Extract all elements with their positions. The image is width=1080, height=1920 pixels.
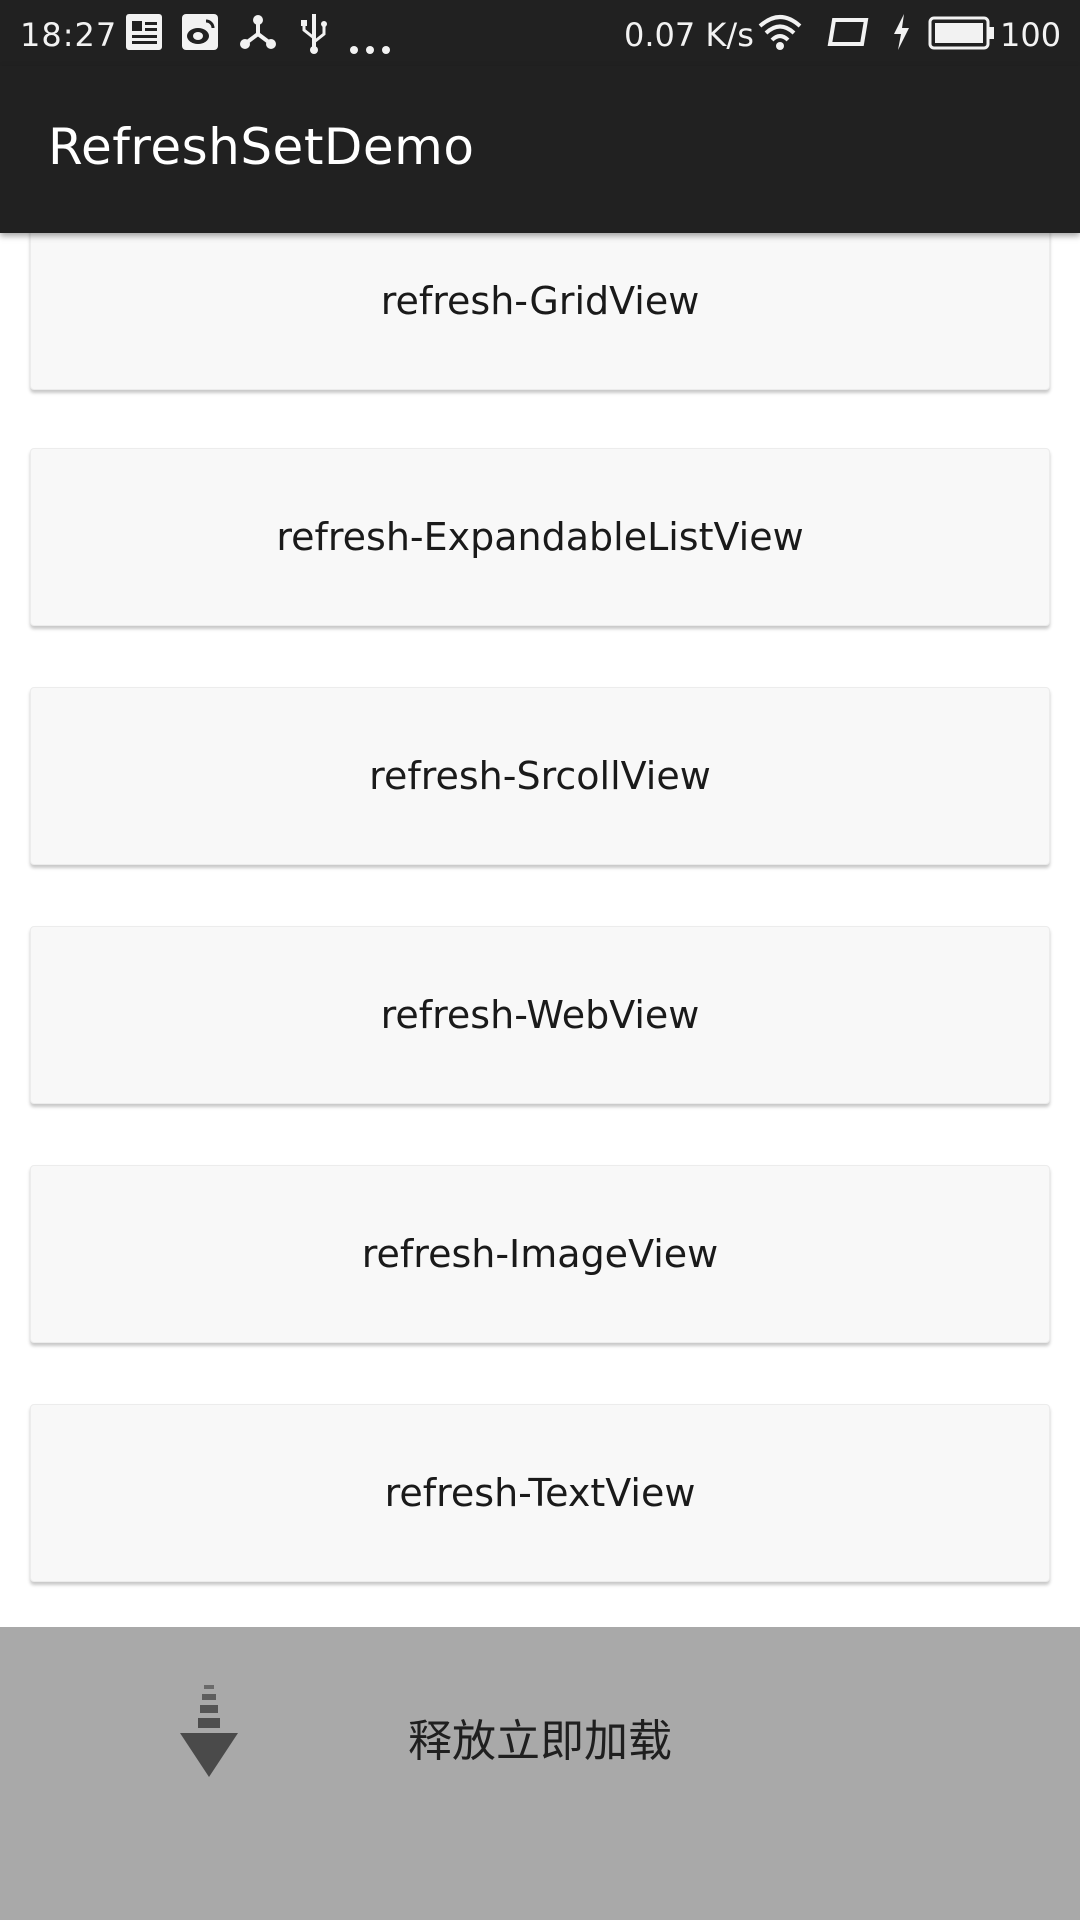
expandablelistview-button-label: refresh-ExpandableListView: [276, 515, 804, 559]
textview-button-label: refresh-TextView: [384, 1471, 696, 1515]
imageview-button-label: refresh-ImageView: [361, 1232, 719, 1276]
imageview-button[interactable]: refresh-ImageView: [30, 1165, 1050, 1343]
scrollview-button-label: refresh-SrcollView: [369, 754, 711, 798]
gridview-button[interactable]: refresh-GridView: [30, 212, 1050, 390]
scrollview-button[interactable]: refresh-SrcollView: [30, 687, 1050, 865]
app-title: RefreshSetDemo: [48, 118, 475, 176]
expandablelistview-button[interactable]: refresh-ExpandableListView: [30, 448, 1050, 626]
release-to-load-text: 释放立即加载: [408, 1716, 672, 1767]
textview-button[interactable]: refresh-TextView: [30, 1404, 1050, 1582]
load-more-footer: 释放立即加载: [0, 1627, 1080, 1920]
app-bar: RefreshSetDemo: [0, 66, 1080, 233]
webview-button[interactable]: refresh-WebView: [30, 926, 1050, 1104]
screen: 18:27 0.07 K/s 100 RefreshSetDemo refres…: [0, 0, 1080, 1920]
webview-button-label: refresh-WebView: [380, 993, 700, 1037]
gridview-button-label: refresh-GridView: [380, 279, 700, 323]
